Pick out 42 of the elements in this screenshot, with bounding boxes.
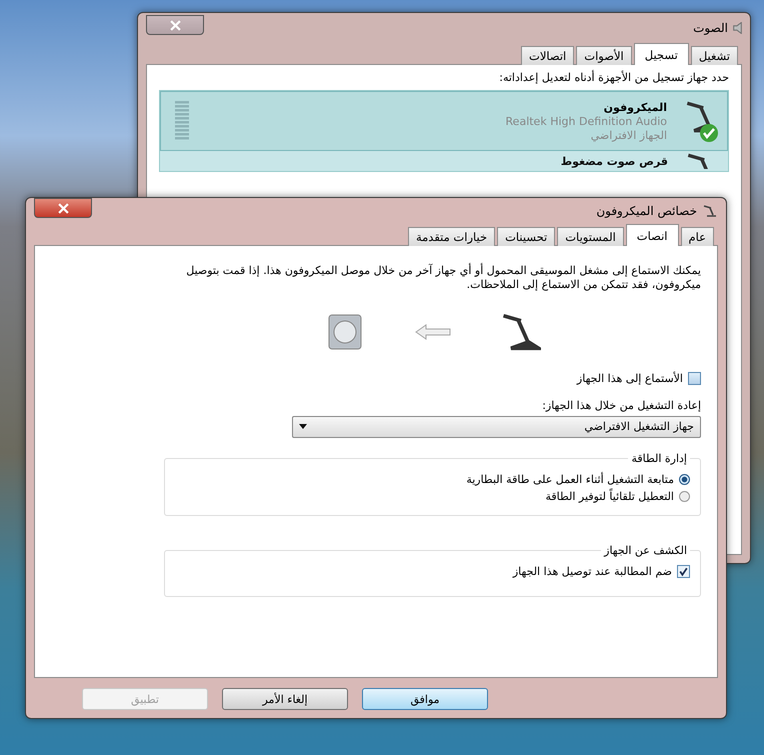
window-title: خصائص الميكروفون <box>596 204 697 218</box>
checkbox[interactable] <box>677 564 690 578</box>
arrow-icon <box>415 324 451 340</box>
tab[interactable]: تسجيل <box>634 43 689 65</box>
close-button[interactable] <box>34 198 92 218</box>
checkbox[interactable] <box>688 372 701 384</box>
tab[interactable]: تشغيل <box>690 46 738 65</box>
dialog-button[interactable]: موافق <box>362 688 488 710</box>
device-name: الميكروفون <box>602 100 667 114</box>
tab[interactable]: تحسينات <box>497 227 556 246</box>
device-item[interactable]: قرص صوت مضغوط <box>160 151 728 171</box>
tab[interactable]: عام <box>680 227 714 246</box>
close-icon <box>170 20 180 30</box>
radio-button[interactable] <box>679 490 690 502</box>
dialog-button[interactable]: إلغاء الأمر <box>222 688 348 710</box>
instruction-text: حدد جهاز تسجيل من الأجهزة أدناه لتعديل إعداداته: <box>498 71 729 84</box>
speaker-icon <box>733 22 742 34</box>
level-meter-icon <box>175 101 189 141</box>
device-name: قرص صوت مضغوط <box>560 154 668 168</box>
group-title: إدارة الطاقة <box>630 452 688 464</box>
radio-label: التعطيل تلقائياً لتوفير الطاقة <box>546 490 674 502</box>
device-driver: Realtek High Definition Audio <box>506 114 667 128</box>
description-text: يمكنك الاستماع إلى مشغل الموسيقى المحمول أو أي جهاز آخر من خلال موصل الميكروفون هذا. إذا قمت بتوصيل ميكروفون، فقد تتمكن من الاستماع إلى الملاحظات. <box>185 264 701 292</box>
tab[interactable]: خيارات متقدمة <box>408 227 496 246</box>
tab[interactable]: الأصوات <box>576 46 632 65</box>
microphone-icon <box>501 312 541 352</box>
close-button[interactable] <box>146 15 204 35</box>
group-title: الكشف عن الجهاز <box>602 544 688 556</box>
playback-device-dropdown[interactable]: جهاز التشغيل الافتراضي <box>292 416 701 438</box>
microphone-icon <box>702 203 718 219</box>
field-label: إعادة التشغيل من خلال هذا الجهاز: <box>541 398 701 412</box>
radio-button[interactable] <box>679 474 690 484</box>
tab[interactable]: انصات <box>626 224 678 246</box>
window-title: الصوت <box>693 21 728 35</box>
tab[interactable]: اتصالات <box>521 46 574 65</box>
device-status: الجهاز الافتراضي <box>590 128 667 142</box>
caret-icon <box>299 424 307 429</box>
checkbox-label: الأستماع إلى هذا الجهاز <box>576 372 683 384</box>
checkbox-label: ضم المطالبة عند توصيل هذا الجهاز <box>512 564 672 578</box>
tab[interactable]: المستويات <box>557 227 624 246</box>
radio-label: متابعة التشغيل أثناء العمل على طاقة البطارية <box>466 472 674 486</box>
close-icon <box>58 202 68 214</box>
